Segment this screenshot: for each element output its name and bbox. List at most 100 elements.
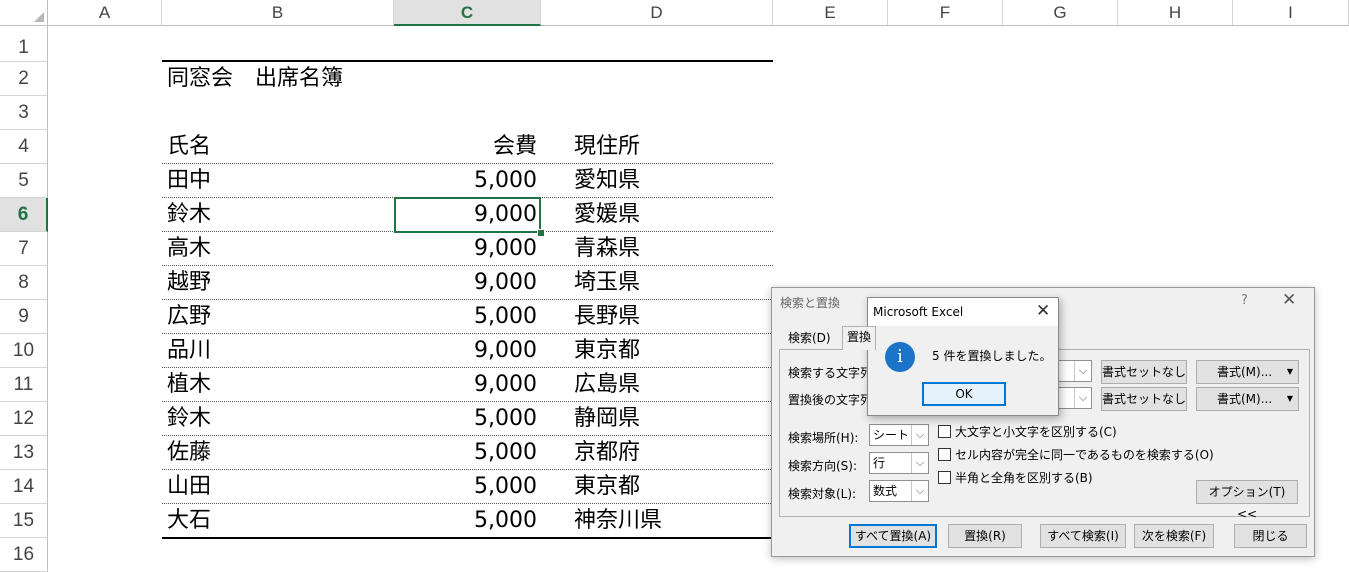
chevron-down-icon[interactable]: ⌵ [1074,361,1091,381]
record-name[interactable]: 越野 [167,266,211,300]
within-select[interactable]: シート ⌵ [869,424,929,446]
row-header-11[interactable]: 11 [0,368,48,402]
tab-find[interactable]: 検索(D) [784,328,835,349]
record-fee[interactable]: 5,000 [394,300,537,334]
search-label: 検索方向(S): [788,459,858,473]
record-name[interactable]: 植木 [167,368,211,402]
record-address[interactable]: 埼玉県 [574,266,640,300]
row-header-10[interactable]: 10 [0,334,48,368]
record-address[interactable]: 愛知県 [574,164,640,198]
header-name[interactable]: 氏名 [167,130,211,164]
search-select[interactable]: 行 ⌵ [869,452,929,474]
record-name[interactable]: 高木 [167,232,211,266]
record-address[interactable]: 愛媛県 [574,198,640,232]
column-header-f[interactable]: F [888,0,1003,26]
record-name[interactable]: 山田 [167,470,211,504]
column-header-a[interactable]: A [48,0,162,26]
record-fee[interactable]: 5,000 [394,504,537,538]
match-entire-checkbox[interactable]: セル内容が完全に同一であるものを検索する(O) [938,448,1214,462]
column-header-c[interactable]: C [394,0,541,26]
message-text: 5 件を置換しました。 [932,349,1052,363]
replace-all-button[interactable]: すべて置換(A) [849,524,937,548]
row-header-1[interactable]: 1 [0,26,48,62]
column-header-g[interactable]: G [1003,0,1118,26]
dialog-title: 検索と置換 [780,296,841,310]
message-box-title: Microsoft Excel [873,305,964,319]
row-header-13[interactable]: 13 [0,436,48,470]
row-header-14[interactable]: 14 [0,470,48,504]
record-fee[interactable]: 5,000 [394,402,537,436]
match-case-label: 大文字と小文字を区別する(C) [955,425,1117,439]
chevron-down-icon[interactable]: ⌵ [911,425,928,445]
record-fee[interactable]: 9,000 [394,266,537,300]
record-name[interactable]: 田中 [167,164,211,198]
find-next-button[interactable]: 次を検索(F) [1134,524,1214,548]
row-header-6[interactable]: 6 [0,198,48,232]
row-header-9[interactable]: 9 [0,300,48,334]
record-name[interactable]: 鈴木 [167,402,211,436]
find-no-format-button[interactable]: 書式セットなし [1101,360,1187,384]
close-icon[interactable]: ✕ [1282,290,1296,310]
record-fee[interactable]: 5,000 [394,164,537,198]
find-all-button[interactable]: すべて検索(I) [1040,524,1126,548]
lookin-select[interactable]: 数式 ⌵ [869,480,929,502]
replace-button[interactable]: 置換(R) [948,524,1022,548]
row-header-4[interactable]: 4 [0,130,48,164]
checkbox-icon [938,471,951,484]
help-icon[interactable]: ? [1241,293,1248,308]
row-header-5[interactable]: 5 [0,164,48,198]
match-byte-label: 半角と全角を区別する(B) [955,471,1093,485]
record-fee[interactable]: 5,000 [394,436,537,470]
fill-handle[interactable] [537,229,545,237]
match-byte-checkbox[interactable]: 半角と全角を区別する(B) [938,471,1093,485]
row-header-15[interactable]: 15 [0,504,48,538]
record-fee[interactable]: 5,000 [394,470,537,504]
active-cell-border [394,197,541,233]
column-header-e[interactable]: E [773,0,888,26]
row-header-7[interactable]: 7 [0,232,48,266]
record-name[interactable]: 佐藤 [167,436,211,470]
select-all-corner[interactable] [0,0,48,26]
row-header-16[interactable]: 16 [0,538,48,572]
row-header-2[interactable]: 2 [0,62,48,96]
record-name[interactable]: 大石 [167,504,211,538]
row-header-3[interactable]: 3 [0,96,48,130]
chevron-down-icon[interactable]: ⌵ [1074,388,1091,408]
record-address[interactable]: 広島県 [574,368,640,402]
column-header-b[interactable]: B [162,0,394,26]
record-address[interactable]: 青森県 [574,232,640,266]
options-button[interactable]: オプション(T) << [1196,480,1298,521]
record-fee[interactable]: 9,000 [394,368,537,402]
header-fee[interactable]: 会費 [394,130,537,164]
row-header-8[interactable]: 8 [0,266,48,300]
close-button[interactable]: 閉じる [1234,524,1307,548]
row-header-12[interactable]: 12 [0,402,48,436]
record-name[interactable]: 鈴木 [167,198,211,232]
find-format-button[interactable]: 書式(M)... ▼ [1196,360,1299,384]
ok-button[interactable]: OK [922,382,1006,406]
match-case-checkbox[interactable]: 大文字と小文字を区別する(C) [938,425,1117,439]
replace-format-button[interactable]: 書式(M)... ▼ [1196,387,1299,411]
chevron-down-icon[interactable]: ⌵ [911,453,928,473]
chevron-down-icon[interactable]: ⌵ [911,481,928,501]
record-address[interactable]: 東京都 [574,470,640,504]
column-header-h[interactable]: H [1118,0,1233,26]
find-what-label: 検索する文字列 [788,366,873,380]
replace-no-format-button[interactable]: 書式セットなし [1101,387,1187,411]
record-name[interactable]: 広野 [167,300,211,334]
record-address[interactable]: 長野県 [574,300,640,334]
header-address[interactable]: 現住所 [574,130,640,164]
column-header-d[interactable]: D [541,0,773,26]
column-header-i[interactable]: I [1233,0,1349,26]
record-address[interactable]: 神奈川県 [574,504,662,538]
record-address[interactable]: 静岡県 [574,402,640,436]
tab-replace[interactable]: 置換 [842,326,877,350]
record-fee[interactable]: 9,000 [394,334,537,368]
close-icon[interactable]: ✕ [1036,301,1050,321]
record-name[interactable]: 品川 [167,334,211,368]
dropdown-arrow-icon: ▼ [1286,394,1293,403]
sheet-title[interactable]: 同窓会 出席名簿 [167,62,343,96]
record-address[interactable]: 東京都 [574,334,640,368]
record-fee[interactable]: 9,000 [394,232,537,266]
record-address[interactable]: 京都府 [574,436,640,470]
